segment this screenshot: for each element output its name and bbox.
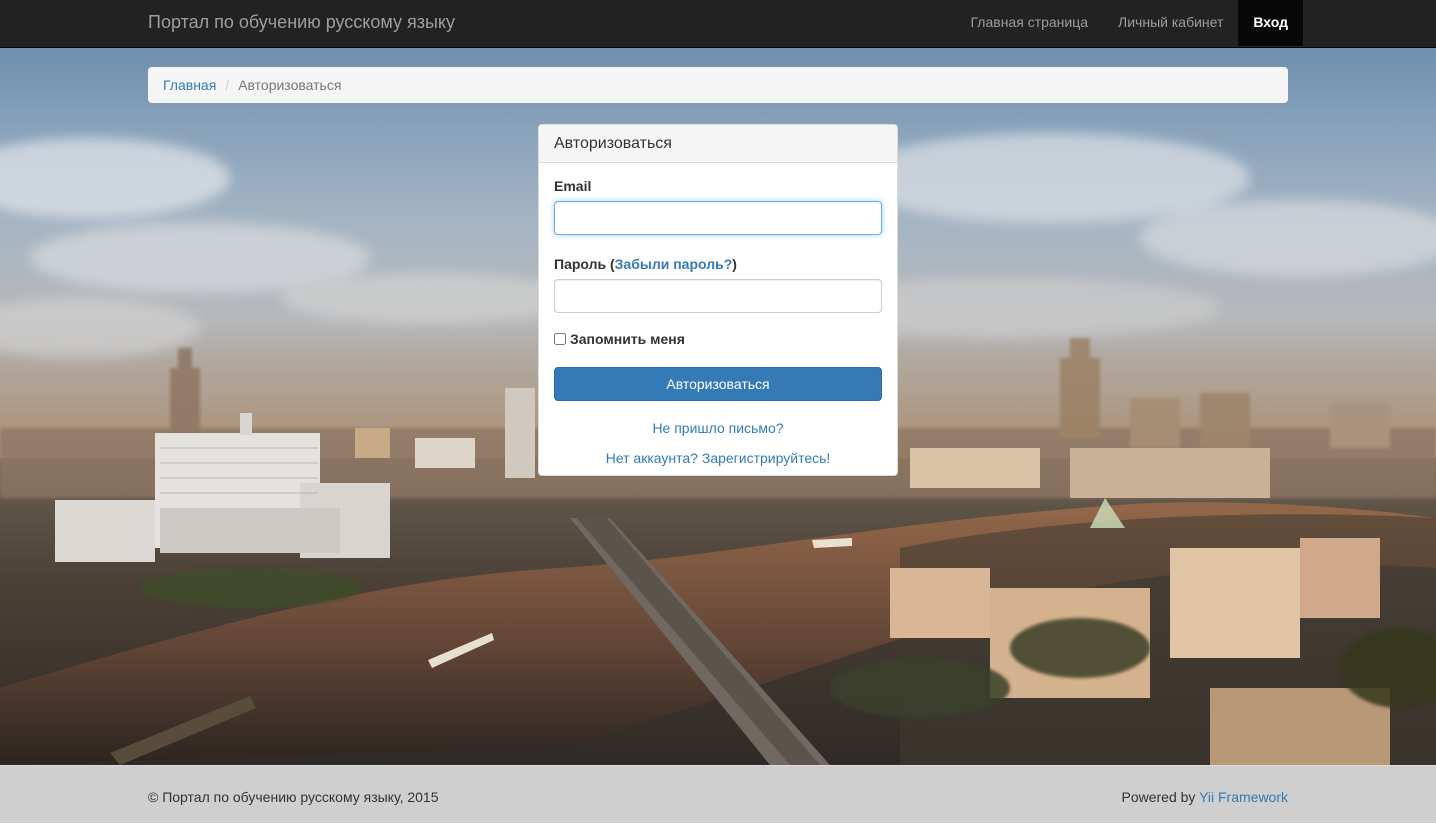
- password-field[interactable]: [554, 279, 882, 313]
- login-panel-title: Авторизоваться: [539, 125, 897, 163]
- nav-menu: Главная страница Личный кабинет Вход: [956, 0, 1303, 46]
- email-group: Email: [554, 178, 882, 235]
- breadcrumb-current: Авторизоваться: [238, 77, 342, 93]
- email-label: Email: [554, 178, 592, 194]
- login-panel: Авторизоваться Email Пароль (Забыли паро…: [538, 124, 898, 476]
- yii-framework-link[interactable]: Yii Framework: [1199, 789, 1288, 805]
- forgot-password-link[interactable]: Забыли пароль?: [615, 256, 733, 272]
- footer-powered-by: Powered by Yii Framework: [1121, 766, 1288, 828]
- brand-link[interactable]: Портал по обучению русскому языку: [148, 0, 455, 46]
- login-extra-links: Не пришло письмо? Нет аккаунта? Зарегист…: [554, 418, 882, 468]
- top-navbar: Портал по обучению русскому языку Главна…: [0, 0, 1436, 48]
- resend-email-link[interactable]: Не пришло письмо?: [554, 418, 882, 438]
- password-group: Пароль (Забыли пароль?): [554, 256, 882, 313]
- footer-copyright: © Портал по обучению русскому языку, 201…: [148, 789, 439, 805]
- breadcrumb-home-link[interactable]: Главная: [163, 77, 216, 93]
- nav-item-home[interactable]: Главная страница: [956, 0, 1104, 46]
- password-label: Пароль (Забыли пароль?): [554, 256, 882, 272]
- nav-item-login[interactable]: Вход: [1238, 0, 1303, 46]
- remember-me-row[interactable]: Запомнить меня: [554, 331, 882, 347]
- password-label-close: ): [732, 256, 737, 272]
- register-link[interactable]: Нет аккаунта? Зарегистрируйтесь!: [554, 448, 882, 468]
- remember-me-checkbox[interactable]: [554, 333, 566, 345]
- breadcrumb-separator: /: [225, 77, 230, 93]
- login-submit-button[interactable]: Авторизоваться: [554, 367, 882, 401]
- powered-by-text: Powered by: [1121, 789, 1200, 805]
- remember-me-label: Запомнить меня: [570, 331, 685, 347]
- breadcrumb: Главная / Авторизоваться: [148, 67, 1288, 103]
- nav-item-account[interactable]: Личный кабинет: [1103, 0, 1238, 46]
- password-label-text: Пароль (: [554, 256, 615, 272]
- login-form: Email Пароль (Забыли пароль?) Запомнить …: [539, 163, 897, 493]
- footer: © Портал по обучению русскому языку, 201…: [0, 765, 1436, 823]
- email-field[interactable]: [554, 201, 882, 235]
